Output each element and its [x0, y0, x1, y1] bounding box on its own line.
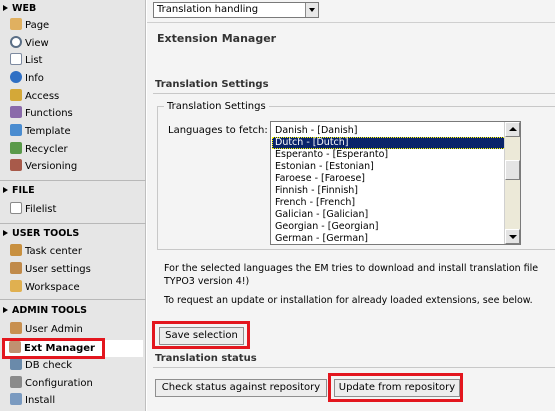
menu-item-versioning[interactable]: Versioning	[10, 158, 77, 175]
language-option-galician[interactable]: Galician - [Galician]	[272, 209, 506, 221]
menu-item-user-admin[interactable]: User Admin	[10, 321, 83, 338]
header-divider	[147, 22, 555, 23]
language-option-finnish[interactable]: Finnish - [Finnish]	[272, 185, 506, 197]
recycle-icon	[10, 142, 22, 154]
info-text-line3: To request an update or installation for…	[164, 295, 533, 306]
listbox-scrollbar[interactable]	[504, 122, 520, 244]
section-divider	[153, 93, 555, 94]
menu-item-install[interactable]: Install	[10, 392, 55, 409]
section-divider	[153, 367, 555, 368]
info-text-line1: For the selected languages the EM tries …	[164, 263, 539, 274]
chevron-down-icon[interactable]	[305, 3, 318, 17]
configuration-icon	[10, 376, 22, 388]
section-divider	[0, 180, 146, 181]
menu-item-recycler[interactable]: Recycler	[10, 141, 68, 158]
language-option-french[interactable]: French - [French]	[272, 197, 506, 209]
save-selection-button[interactable]: Save selection	[159, 327, 244, 345]
section-header-admin-tools[interactable]: ADMIN TOOLS	[0, 304, 146, 318]
language-option-esperanto[interactable]: Esperanto - [Esperanto]	[272, 149, 506, 161]
versioning-icon	[10, 159, 22, 171]
menu-item-workspace[interactable]: Workspace	[10, 279, 80, 296]
language-option-german[interactable]: German - [German]	[272, 233, 506, 244]
section-header-user-tools[interactable]: USER TOOLS	[0, 227, 146, 241]
section-header-web[interactable]: WEB	[0, 2, 146, 16]
user-admin-icon	[10, 322, 22, 334]
filelist-icon	[10, 202, 22, 214]
eye-icon	[10, 36, 22, 48]
menu-item-task-center[interactable]: Task center	[10, 243, 82, 260]
key-icon	[10, 89, 22, 101]
menu-item-functions[interactable]: Functions	[10, 105, 73, 122]
info-icon	[10, 71, 22, 83]
db-icon	[10, 358, 22, 370]
section-title: Translation Settings	[155, 79, 269, 90]
info-text-line2: TYPO3 version 4!)	[164, 276, 250, 287]
wand-icon	[10, 106, 22, 118]
translation-status-title: Translation status	[155, 353, 257, 364]
language-option-faroese[interactable]: Faroese - [Faroese]	[272, 173, 506, 185]
menu-item-ext-manager[interactable]: Ext Manager	[3, 340, 143, 357]
menu-item-page[interactable]: Page	[10, 17, 49, 34]
languages-listbox[interactable]: Danish - [Danish] Dutch - [Dutch] Espera…	[270, 121, 521, 245]
menu-item-user-settings[interactable]: User settings	[10, 261, 91, 278]
language-option-georgian[interactable]: Georgian - [Georgian]	[272, 221, 506, 233]
fieldset-legend: Translation Settings	[164, 101, 269, 112]
menu-item-access[interactable]: Access	[10, 88, 59, 105]
function-select[interactable]: Translation handling	[153, 2, 319, 18]
update-from-repository-button[interactable]: Update from repository	[334, 379, 460, 397]
check-status-button[interactable]: Check status against repository	[155, 379, 327, 397]
ext-manager-icon	[9, 341, 21, 353]
language-option-dutch[interactable]: Dutch - [Dutch]	[272, 137, 506, 149]
menu-item-filelist[interactable]: Filelist	[10, 201, 56, 218]
menu-item-db-check[interactable]: DB check	[10, 357, 72, 374]
user-settings-icon	[10, 262, 22, 274]
task-icon	[10, 244, 22, 256]
language-option-danish[interactable]: Danish - [Danish]	[272, 125, 506, 137]
page-icon	[10, 18, 22, 30]
page-title: Extension Manager	[157, 32, 277, 45]
menu-item-list[interactable]: List	[10, 52, 42, 69]
scroll-up-icon[interactable]	[505, 122, 520, 137]
collapse-arrow-icon	[3, 230, 8, 236]
section-divider	[0, 223, 146, 224]
menu-item-template[interactable]: Template	[10, 123, 71, 140]
collapse-arrow-icon	[3, 187, 8, 193]
content-area: Translation handling Extension Manager T…	[147, 0, 555, 411]
list-icon	[10, 53, 22, 65]
menu-item-configuration[interactable]: Configuration	[10, 375, 93, 392]
language-option-estonian[interactable]: Estonian - [Estonian]	[272, 161, 506, 173]
template-icon	[10, 124, 22, 136]
menu-item-info[interactable]: Info	[10, 70, 44, 87]
section-divider	[0, 299, 146, 300]
languages-label: Languages to fetch:	[168, 125, 268, 136]
scroll-down-icon[interactable]	[505, 229, 520, 244]
scrollbar-thumb[interactable]	[505, 160, 520, 180]
install-icon	[10, 393, 22, 405]
collapse-arrow-icon	[3, 5, 8, 11]
section-header-file[interactable]: FILE	[0, 184, 146, 198]
module-menu: WEB Page View List Info Access Functions…	[0, 0, 146, 411]
collapse-arrow-icon	[3, 307, 8, 313]
menu-item-view[interactable]: View	[10, 35, 49, 52]
workspace-icon	[10, 280, 22, 292]
